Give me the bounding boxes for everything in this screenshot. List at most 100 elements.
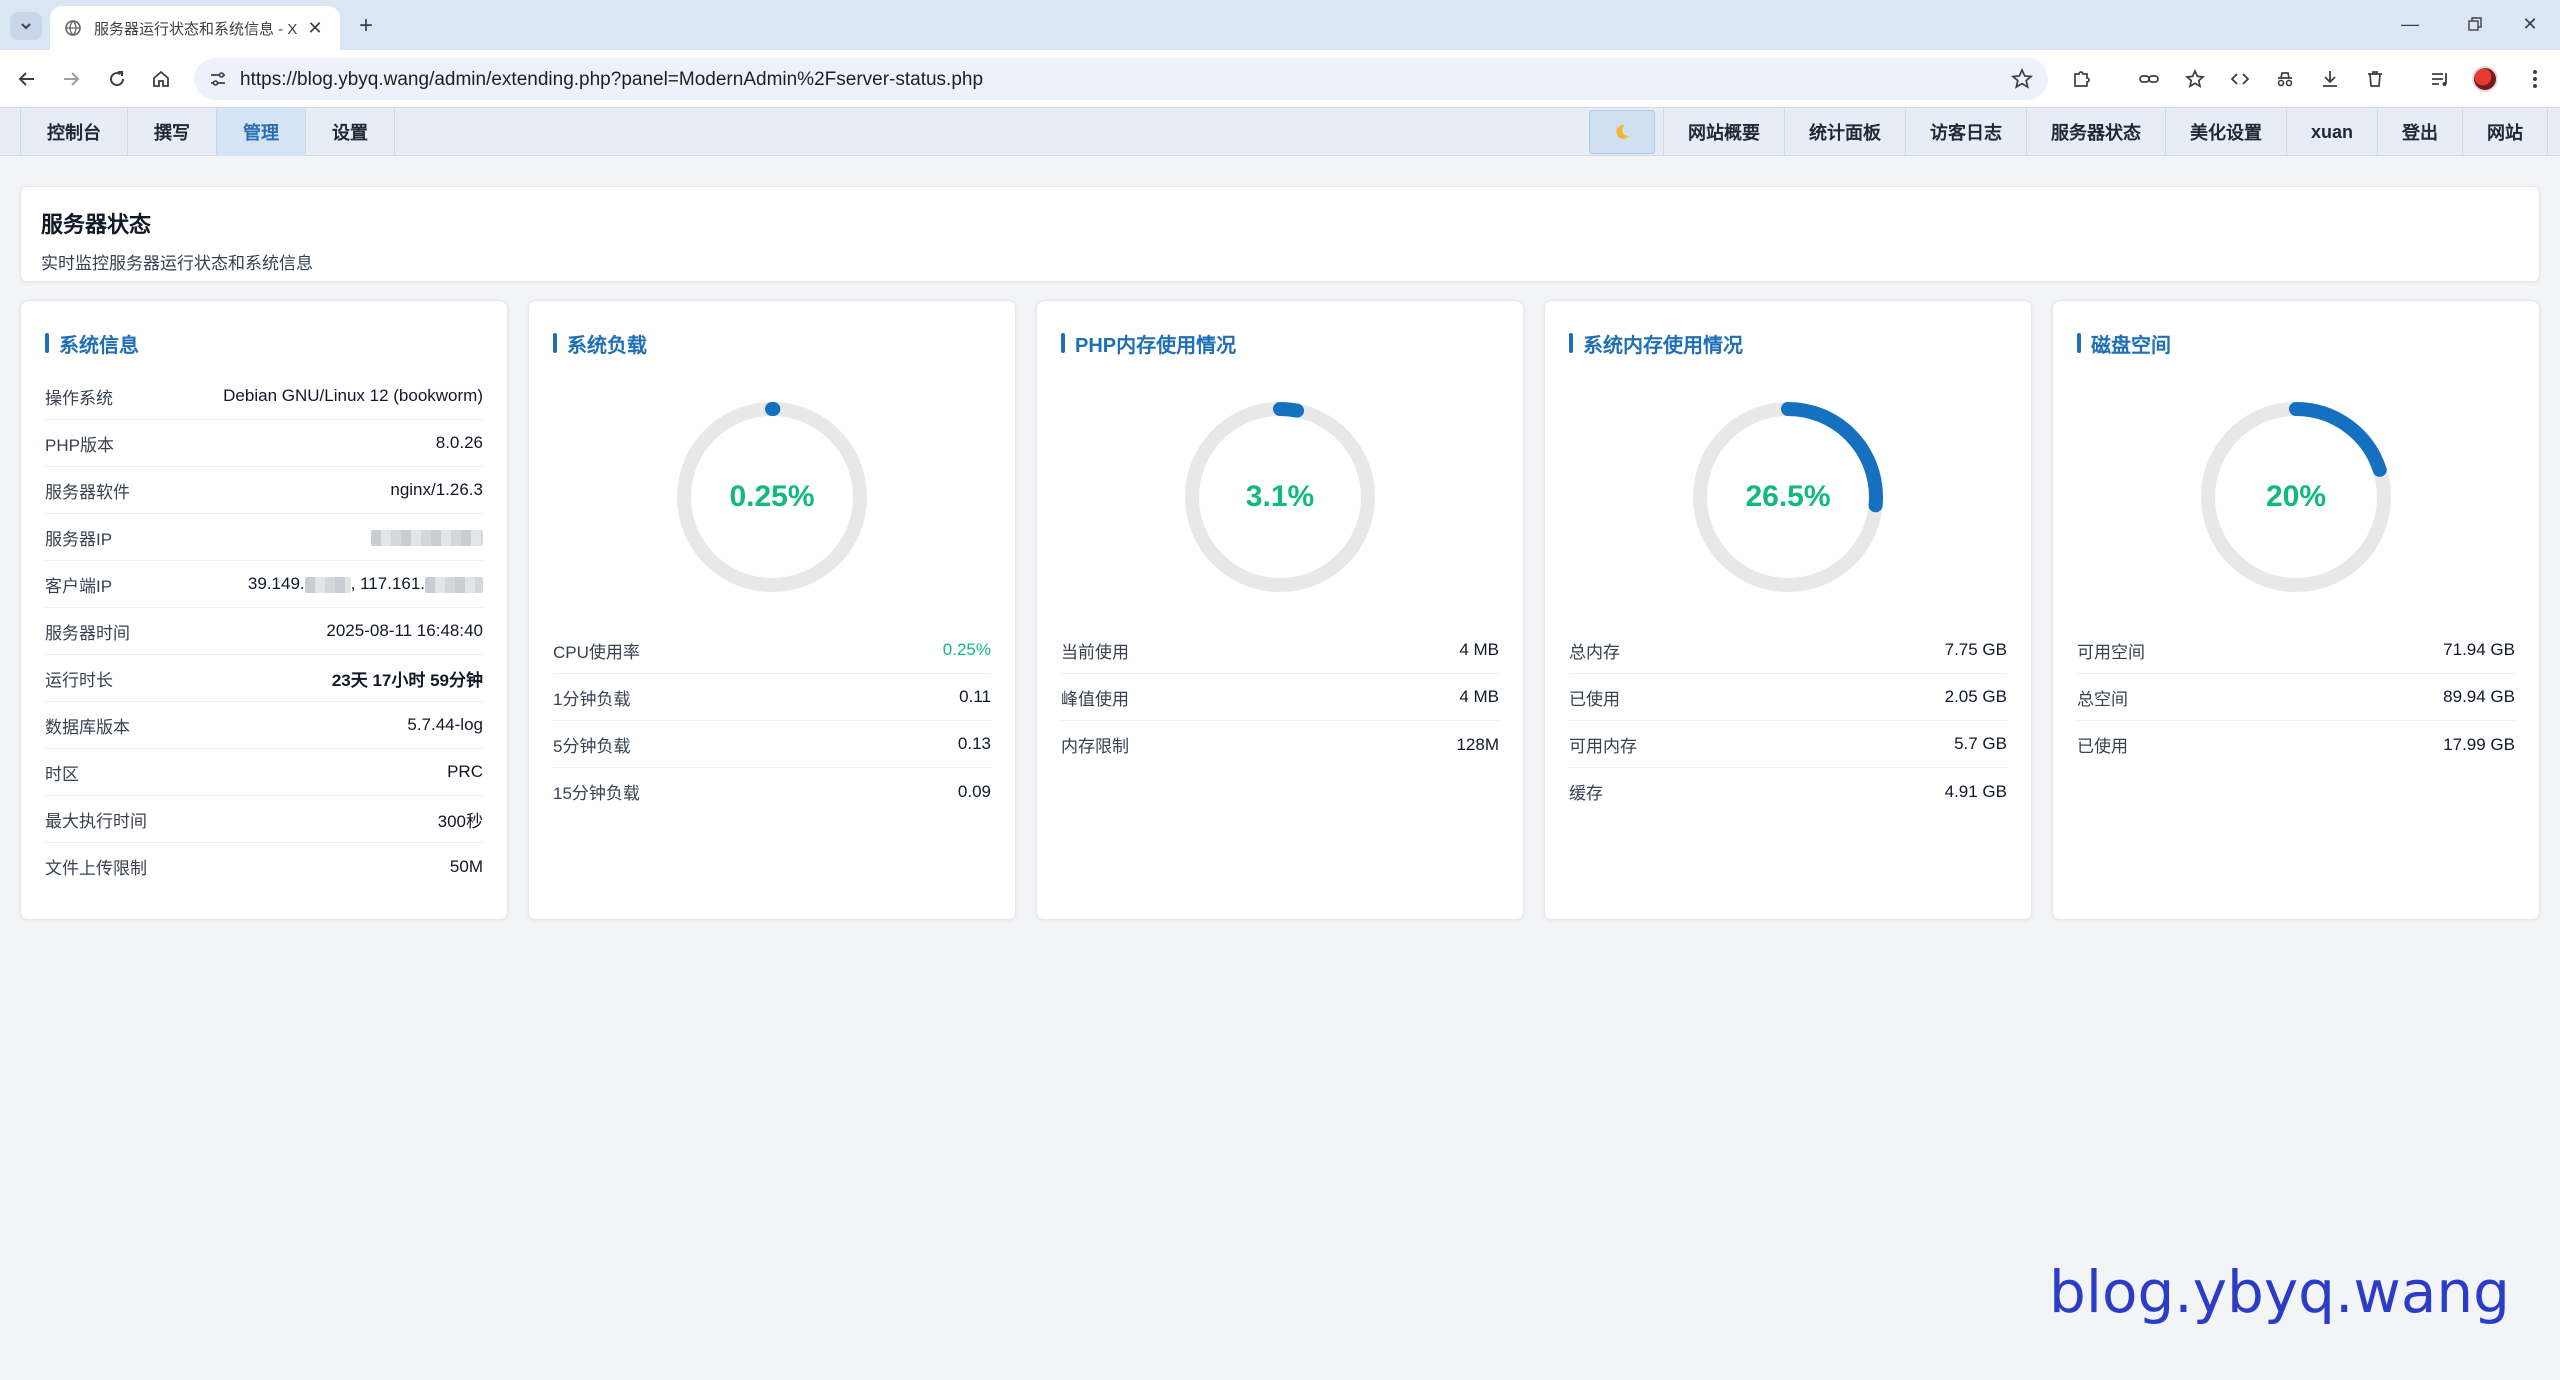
address-bar[interactable]: https://blog.ybyq.wang/admin/extending.p… [194,58,2048,100]
menu-server-status[interactable]: 服务器状态 [2027,108,2166,156]
disk-space-card: 磁盘空间 20% 可用空间 71.94 GB 总空间 89.94 GB 已使用 17.… [2052,300,2540,920]
info-row: 服务器IP [45,514,483,561]
restore-icon [2468,17,2482,31]
menu-website[interactable]: 网站 [2463,108,2548,156]
info-key: 服务器时间 [45,623,130,643]
info-value: 0.11 [959,687,991,706]
page-header-card: 服务器状态 实时监控服务器运行状态和系统信息 [20,186,2540,282]
system-memory-list: 总内存 7.75 GB 已使用 2.05 GB 可用内存 5.7 GB 缓存 4.91 … [1569,627,2007,815]
info-value: 23天 17小时 59分钟 [331,670,483,690]
info-value: nginx/1.26.3 [390,480,483,499]
info-row: 最大执行时间 300秒 [45,796,483,843]
menu-visitor-log[interactable]: 访客日志 [1906,108,2027,156]
card-title-text: PHP内存使用情况 [1075,334,1237,357]
info-value: 8.0.26 [435,433,483,452]
minimize-button[interactable]: — [2380,0,2440,48]
info-key: 服务器IP [45,529,113,549]
info-value: 0.13 [957,734,991,753]
chevron-down-icon [21,23,31,30]
info-value: Debian GNU/Linux 12 (bookworm) [223,386,483,405]
info-row: 可用内存 5.7 GB [1569,721,2007,768]
close-tab-icon[interactable]: ✕ [304,17,326,39]
info-row: 内存限制 128M [1061,721,1499,768]
info-row: 操作系统 Debian GNU/Linux 12 (bookworm) [45,373,483,420]
card-title-text: 系统负载 [567,334,647,357]
download-icon[interactable] [2315,64,2345,94]
favorites-star-icon[interactable] [2180,64,2210,94]
profile-avatar[interactable] [2472,66,2498,92]
info-key: 内存限制 [1061,737,1129,756]
client-ip-part: 39.149. [247,574,305,593]
client-ip-value: 39.149. , 117.161. [248,574,483,594]
info-value: 4 MB [1459,687,1499,706]
menu-site-overview[interactable]: 网站概要 [1662,108,1785,156]
arrow-right-icon [64,72,80,86]
info-key: 最大执行时间 [45,811,147,831]
back-button[interactable] [12,64,42,94]
menu-manage[interactable]: 管理 [217,108,306,156]
menu-beautify[interactable]: 美化设置 [2166,108,2287,156]
system-memory-gauge: 26.5% [1688,397,1888,597]
title-accent-bar [1569,333,1573,353]
info-key: 1分钟负载 [553,689,631,709]
info-key: 操作系统 [45,388,113,408]
title-accent-bar [45,333,49,353]
info-value: 128M [1456,734,1499,754]
close-window-button[interactable]: ✕ [2500,0,2560,48]
menu-user[interactable]: xuan [2287,108,2378,156]
title-accent-bar [553,333,557,353]
info-value: 0.09 [957,781,991,801]
browser-tab[interactable]: 服务器运行状态和系统信息 - X ✕ [50,6,340,50]
info-value: 89.94 GB [2443,687,2515,706]
gauge-percent: 26.5% [1745,480,1831,513]
bookmark-star-icon[interactable] [2010,67,2034,91]
reload-button[interactable] [102,64,132,94]
incognito-icon[interactable] [2270,64,2300,94]
menu-logout[interactable]: 登出 [2378,108,2463,156]
media-list-icon[interactable] [2425,64,2455,94]
theme-toggle-button[interactable] [1588,110,1655,154]
info-key: 时区 [45,764,79,784]
info-key: 5分钟负载 [553,736,631,756]
info-row: 5分钟负载 0.13 [553,721,991,768]
more-menu-icon[interactable] [2520,64,2550,94]
info-value: 4 MB [1459,640,1499,659]
load-list: CPU使用率 0.25% 1分钟负载 0.11 5分钟负载 0.13 15分钟负载 0.… [553,627,991,815]
php-memory-gauge: 3.1% [1180,397,1380,597]
forward-button[interactable] [56,64,86,94]
card-title: 磁盘空间 [2077,331,2515,357]
reload-icon [110,71,125,87]
menu-write[interactable]: 撰写 [128,108,217,156]
link-icon[interactable] [2134,64,2164,94]
info-key: 文件上传限制 [45,859,147,878]
info-row: CPU使用率 0.25% [553,627,991,674]
load-gauge: 0.25% [672,397,872,597]
code-icon[interactable] [2225,64,2255,94]
gauge-percent: 20% [2265,480,2327,513]
restore-button[interactable] [2445,0,2505,48]
menu-dashboard[interactable]: 控制台 [20,108,128,156]
info-key: 可用内存 [1569,736,1637,756]
menu-settings[interactable]: 设置 [306,108,395,156]
redacted-blur [304,576,351,593]
card-title-text: 系统内存使用情况 [1583,334,1743,357]
site-info-icon[interactable] [206,67,230,91]
home-button[interactable] [146,64,176,94]
info-value: 0.25% [942,640,991,659]
menu-stats-panel[interactable]: 统计面板 [1785,108,1906,156]
new-tab-button[interactable]: + [352,12,380,40]
info-row: 服务器软件 nginx/1.26.3 [45,467,483,514]
redacted-blur [425,576,483,593]
info-value: 2.05 GB [1944,687,2007,706]
globe-icon [65,20,81,36]
info-row: 峰值使用 4 MB [1061,674,1499,721]
browser-tab-bar: 服务器运行状态和系统信息 - X ✕ + — ✕ [0,0,2560,50]
info-value: 5.7 GB [1954,734,2007,753]
info-value: 50M [449,856,483,876]
page-subtitle: 实时监控服务器运行状态和系统信息 [41,254,313,273]
extensions-puzzle-icon[interactable] [2067,64,2097,94]
trash-icon[interactable] [2360,64,2390,94]
info-key: 已使用 [1569,689,1620,709]
info-value: 17.99 GB [2443,734,2515,754]
tab-search-button[interactable] [10,12,42,40]
